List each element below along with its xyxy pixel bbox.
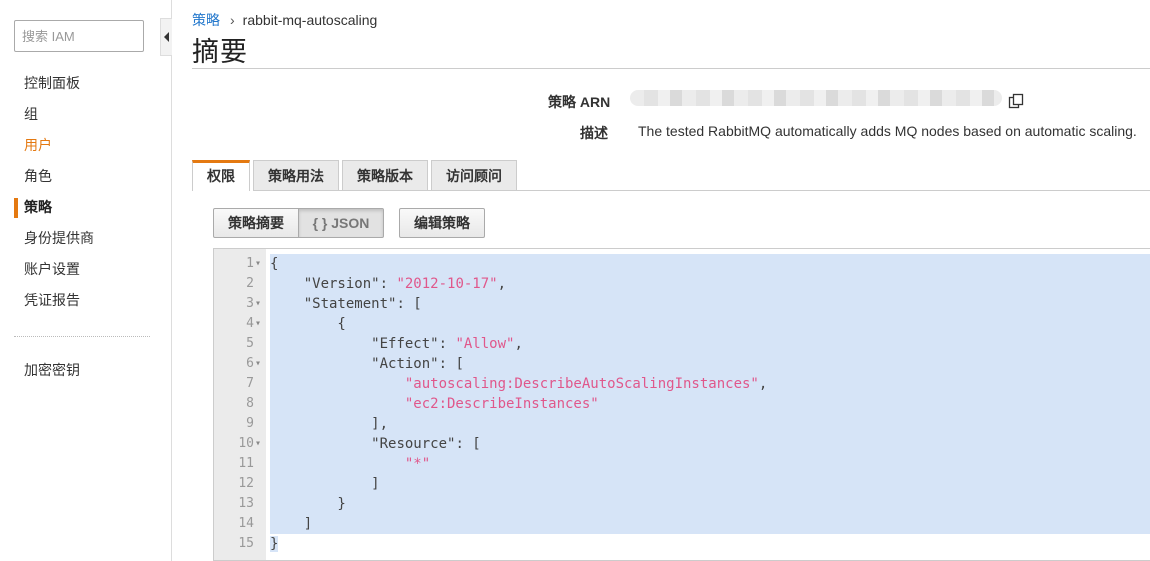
breadcrumb: 策略 › rabbit-mq-autoscaling — [192, 11, 377, 29]
code-text: "Statement": [ — [270, 294, 1150, 314]
line-number: 14 — [238, 516, 254, 531]
code-line: 5 "Effect": "Allow", — [214, 334, 1150, 354]
code-line: 1 ▾ { — [214, 254, 1150, 274]
line-number: 11 — [238, 456, 254, 471]
sidebar: 控制面板 组 用户 角色 策略 身份提供商 账户设置 凭证报告 加密密钥 — [0, 0, 172, 561]
json-key: "Version" — [303, 276, 380, 292]
arn-label: 策略 ARN — [548, 94, 611, 110]
edit-policy-button[interactable]: 编辑策略 — [399, 208, 485, 238]
code-line: 11 "*" — [214, 454, 1150, 474]
code-text: } — [270, 494, 1150, 514]
fold-arrow-icon[interactable]: ▾ — [255, 294, 263, 314]
line-number: 6 — [246, 356, 254, 371]
editor-code[interactable]: 1 ▾{ 2 "Version": "2012-10-17", 3 ▾ "State… — [214, 254, 1150, 554]
json-string: "ec2:DescribeInstances" — [404, 396, 599, 412]
policy-summary-button[interactable]: 策略摘要 — [213, 208, 299, 238]
code-text: ] — [270, 514, 1150, 534]
sidebar-nav: 控制面板 组 用户 角色 策略 身份提供商 账户设置 凭证报告 — [0, 68, 160, 316]
code-line: 12 ] — [214, 474, 1150, 494]
code-line: 14 ] — [214, 514, 1150, 534]
code-line: 6 ▾ "Action": [ — [214, 354, 1150, 374]
breadcrumb-link-policies[interactable]: 策略 — [192, 12, 220, 28]
tab-access-advisor[interactable]: 访问顾问 — [431, 160, 517, 191]
line-number: 5 — [246, 336, 254, 351]
caret-left-icon — [164, 32, 169, 42]
code-text: "Resource": [ — [270, 434, 1150, 454]
line-number: 2 — [246, 276, 254, 291]
json-key: "Resource" — [371, 436, 456, 452]
line-number: 10 — [238, 436, 254, 451]
tab-bar: 权限 策略用法 策略版本 访问顾问 — [192, 160, 517, 191]
sidebar-item-groups[interactable]: 组 — [0, 99, 160, 130]
json-string: "2012-10-17" — [396, 276, 498, 292]
json-view-button[interactable]: { } JSON — [298, 208, 384, 238]
line-number: 7 — [246, 376, 254, 391]
line-number: 4 — [246, 316, 254, 331]
description-label: 描述 — [580, 125, 608, 141]
line-number: 3 — [246, 296, 254, 311]
sidebar-item-encryption-keys[interactable]: 加密密钥 — [24, 355, 80, 386]
copy-icon[interactable] — [1008, 93, 1024, 109]
json-key: "Action" — [371, 356, 439, 372]
code-text: { — [270, 254, 1150, 274]
code-text: "autoscaling:DescribeAutoScalingInstance… — [270, 374, 1150, 394]
code-text: ] — [270, 474, 1150, 494]
title-divider — [192, 68, 1150, 69]
code-text: { — [270, 314, 1150, 334]
code-line: 10 ▾ "Resource": [ — [214, 434, 1150, 454]
code-line: 2 "Version": "2012-10-17", — [214, 274, 1150, 294]
json-string: "autoscaling:DescribeAutoScalingInstance… — [404, 376, 759, 392]
search-input[interactable] — [14, 20, 144, 52]
json-key: "Statement" — [303, 296, 397, 312]
fold-arrow-icon[interactable]: ▾ — [255, 354, 263, 374]
line-number: 9 — [246, 416, 254, 431]
code-line: 4 ▾ { — [214, 314, 1150, 334]
sidebar-divider — [14, 336, 150, 337]
code-text: "Action": [ — [270, 354, 1150, 374]
json-string: "*" — [404, 456, 431, 472]
line-number: 12 — [238, 476, 254, 491]
code-line: 15} — [214, 534, 1150, 554]
sidebar-item-policies[interactable]: 策略 — [0, 192, 160, 223]
code-text: "Effect": "Allow", — [270, 334, 1150, 354]
tab-divider — [254, 190, 1150, 191]
arn-value-redacted — [630, 90, 1002, 106]
fold-arrow-icon[interactable]: ▾ — [255, 434, 263, 454]
description-value: The tested RabbitMQ automatically adds M… — [638, 123, 1137, 139]
chevron-right-icon: › — [230, 12, 235, 28]
json-key: "Effect" — [371, 336, 439, 352]
tab-permissions[interactable]: 权限 — [192, 160, 250, 191]
tab-policy-usage[interactable]: 策略用法 — [253, 160, 339, 191]
line-number: 8 — [246, 396, 254, 411]
sidebar-item-users[interactable]: 用户 — [0, 130, 160, 161]
code-line: 13 } — [214, 494, 1150, 514]
json-editor[interactable]: 1 ▾{ 2 "Version": "2012-10-17", 3 ▾ "State… — [213, 248, 1150, 561]
fold-arrow-icon[interactable]: ▾ — [255, 314, 263, 334]
line-number: 13 — [238, 496, 254, 511]
code-text: ], — [270, 414, 1150, 434]
breadcrumb-current: rabbit-mq-autoscaling — [242, 12, 378, 28]
code-line: 8 "ec2:DescribeInstances" — [214, 394, 1150, 414]
json-string: "Allow" — [455, 336, 515, 352]
code-text: "Version": "2012-10-17", — [270, 274, 1150, 294]
tab-policy-versions[interactable]: 策略版本 — [342, 160, 428, 191]
code-text: } — [270, 536, 279, 552]
iam-policy-page: 控制面板 组 用户 角色 策略 身份提供商 账户设置 凭证报告 加密密钥 策略 ›… — [0, 0, 1150, 561]
code-line: 3 ▾ "Statement": [ — [214, 294, 1150, 314]
page-title: 摘要 — [192, 37, 248, 68]
code-line: 7 "autoscaling:DescribeAutoScalingInstan… — [214, 374, 1150, 394]
sidebar-item-credential-report[interactable]: 凭证报告 — [0, 285, 160, 316]
collapse-sidebar-button[interactable] — [160, 18, 172, 56]
sidebar-item-account-settings[interactable]: 账户设置 — [0, 254, 160, 285]
code-line: 9 ], — [214, 414, 1150, 434]
sidebar-item-identity-providers[interactable]: 身份提供商 — [0, 223, 160, 254]
code-text: "ec2:DescribeInstances" — [270, 394, 1150, 414]
sidebar-item-roles[interactable]: 角色 — [0, 161, 160, 192]
fold-arrow-icon[interactable]: ▾ — [255, 254, 263, 274]
code-text: "*" — [270, 454, 1150, 474]
sidebar-item-dashboard[interactable]: 控制面板 — [0, 68, 160, 99]
line-number: 15 — [238, 536, 254, 551]
line-number: 1 — [246, 256, 254, 271]
